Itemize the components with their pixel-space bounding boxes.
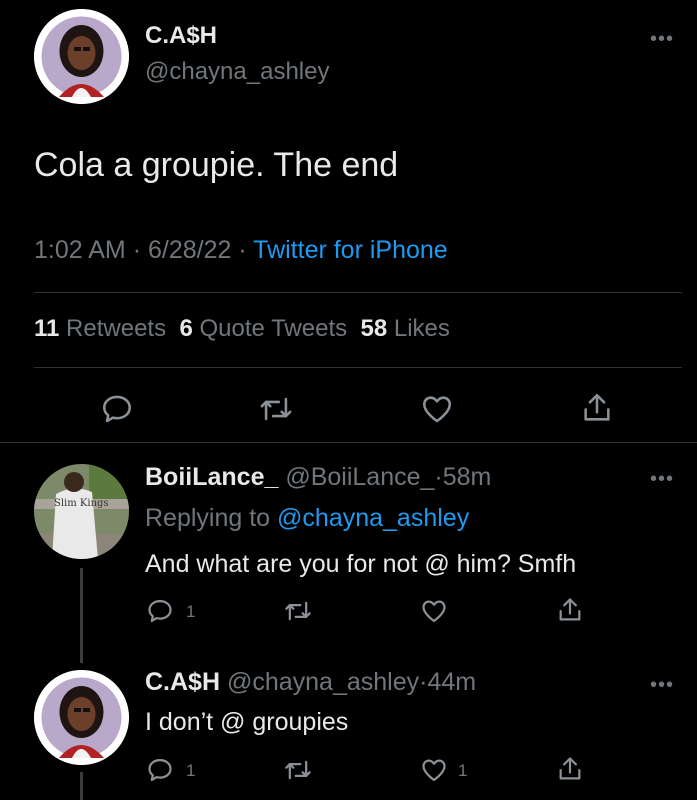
meta-separator: · bbox=[238, 236, 247, 264]
more-icon[interactable]: ••• bbox=[650, 29, 674, 49]
retweet-icon[interactable] bbox=[257, 392, 295, 426]
author-handle[interactable]: @chayna_ashley bbox=[145, 58, 329, 86]
reply-age[interactable]: 58m bbox=[443, 463, 492, 491]
reply-count: 1 bbox=[186, 602, 196, 621]
share-icon[interactable] bbox=[556, 754, 584, 784]
reply-icon[interactable] bbox=[146, 597, 174, 625]
likes-stat[interactable]: 58 Likes bbox=[360, 315, 449, 342]
likes-label: Likes bbox=[393, 315, 450, 342]
avatar[interactable] bbox=[34, 670, 129, 765]
share-icon[interactable] bbox=[580, 390, 614, 426]
replying-to-handle[interactable]: @chayna_ashley bbox=[277, 504, 469, 532]
tweet-stats: 11 Retweets 6 Quote Tweets 58 Likes bbox=[34, 315, 450, 343]
like-icon[interactable] bbox=[419, 392, 455, 426]
reply-icon[interactable] bbox=[146, 756, 174, 784]
retweet-icon[interactable] bbox=[282, 597, 314, 625]
reply-author-name[interactable]: BoiiLance_ bbox=[145, 463, 278, 491]
like-icon[interactable] bbox=[419, 597, 449, 625]
reply-text: I don’t @ groupies bbox=[145, 708, 349, 736]
reply-author-name[interactable]: C.A$H bbox=[145, 668, 220, 696]
share-icon[interactable] bbox=[556, 595, 584, 625]
likes-count: 58 bbox=[360, 315, 388, 342]
quotes-count: 6 bbox=[179, 315, 193, 342]
reply-age[interactable]: 44m bbox=[427, 668, 476, 696]
avatar[interactable] bbox=[34, 9, 129, 104]
retweets-label: Retweets bbox=[66, 315, 167, 342]
more-icon[interactable]: ••• bbox=[650, 469, 674, 489]
reply-author-handle[interactable]: @chayna_ashley bbox=[227, 668, 419, 696]
retweets-count: 11 bbox=[34, 315, 60, 342]
quotes-label: Quote Tweets bbox=[199, 315, 348, 342]
reply-header: BoiiLance_ @BoiiLance_·58m bbox=[145, 463, 491, 492]
reply-text: And what are you for not @ him? Smfh bbox=[145, 550, 577, 578]
reply-header: C.A$H @chayna_ashley·44m bbox=[145, 668, 476, 697]
tweet-meta: 1:02 AM · 6/28/22 · Twitter for iPhone bbox=[34, 236, 448, 265]
svg-text:Slim Kings: Slim Kings bbox=[54, 498, 109, 509]
reply-count: 1 bbox=[186, 761, 196, 780]
author-name[interactable]: C.A$H bbox=[145, 22, 217, 50]
divider bbox=[34, 367, 682, 368]
replying-to-prefix: Replying to bbox=[145, 504, 271, 532]
more-icon[interactable]: ••• bbox=[650, 675, 674, 695]
divider bbox=[34, 292, 682, 293]
like-icon[interactable] bbox=[419, 756, 449, 784]
retweets-stat[interactable]: 11 Retweets bbox=[34, 315, 166, 342]
like-count: 1 bbox=[458, 761, 468, 780]
meta-separator: · bbox=[434, 463, 443, 491]
meta-separator: · bbox=[132, 236, 142, 264]
tweet-source[interactable]: Twitter for iPhone bbox=[253, 236, 448, 264]
replying-to: Replying to @chayna_ashley bbox=[145, 504, 469, 533]
retweet-icon[interactable] bbox=[282, 756, 314, 784]
avatar[interactable]: Slim Kings bbox=[34, 464, 129, 559]
tweet-time[interactable]: 1:02 AM bbox=[34, 236, 126, 264]
thread-line bbox=[80, 772, 83, 800]
tweet-date[interactable]: 6/28/22 bbox=[148, 236, 231, 264]
tweet-text: Cola a groupie. The end bbox=[34, 146, 399, 184]
reply-icon[interactable] bbox=[100, 392, 134, 426]
quotes-stat[interactable]: 6 Quote Tweets bbox=[179, 315, 347, 342]
reply-author-handle[interactable]: @BoiiLance_ bbox=[285, 463, 434, 491]
divider bbox=[0, 442, 697, 443]
thread-line bbox=[80, 568, 83, 663]
